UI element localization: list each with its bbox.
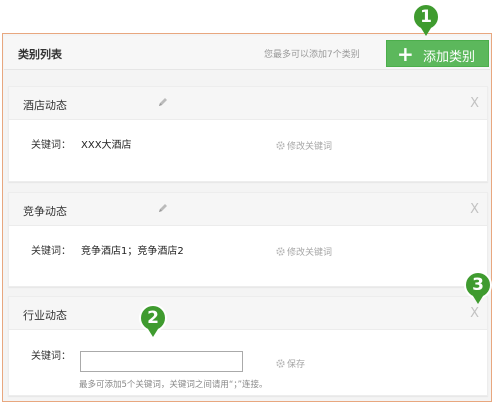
category-card-header: 行业动态 X [9,297,487,330]
keyword-value: XXX大酒店 [81,140,132,151]
page-title: 类别列表 [18,48,62,61]
plus-icon: + [397,42,414,66]
callout-number: 1 [420,7,432,27]
category-limit-note: 您最多可以添加7个类别 [264,50,360,60]
save-keywords-link[interactable]: 保存 [276,357,305,370]
delete-category-button[interactable]: X [470,96,479,111]
category-card-industry: 行业动态 X 关键词： 保存 最多可添加5个关键词，关键词之间请用“；”连接。 [8,296,488,396]
add-category-button[interactable]: + 添加类别 [386,40,489,67]
keyword-label: 关键词： [31,140,71,151]
edit-keywords-link[interactable]: 修改关键词 [276,139,332,152]
keyword-label: 关键词： [31,246,71,257]
gear-icon [276,247,285,256]
delete-category-button[interactable]: X [470,202,479,217]
delete-category-button[interactable]: X [470,306,479,321]
keyword-label: 关键词： [31,351,71,362]
callout-number: 2 [147,308,159,328]
keyword-input[interactable] [80,351,243,372]
keyword-hint: 最多可添加5个关键词，关键词之间请用“；”连接。 [79,380,268,390]
add-category-label: 添加类别 [423,50,476,65]
category-name: 行业动态 [23,309,67,322]
category-card-hotel: 酒店动态 X 关键词： XXX大酒店 修改关键词 [8,86,488,182]
category-card-header: 竞争动态 X [9,193,487,226]
keyword-value: 竞争酒店1；竞争酒店2 [81,246,184,257]
gear-icon [276,359,285,368]
edit-keywords-label: 修改关键词 [287,248,333,258]
pencil-icon[interactable] [157,202,169,214]
callout-marker-1: 1 [412,3,440,37]
edit-keywords-label: 修改关键词 [287,142,333,152]
category-name: 竞争动态 [23,205,67,218]
category-card-competitor: 竞争动态 X 关键词： 竞争酒店1；竞争酒店2 修改关键词 [8,192,488,287]
callout-marker-3: 3 [464,271,492,305]
callout-number: 3 [472,275,484,295]
gear-icon [276,141,285,150]
save-label: 保存 [287,360,306,370]
pencil-icon[interactable] [157,96,169,108]
callout-marker-2: 2 [139,304,167,338]
category-name: 酒店动态 [23,99,67,112]
category-card-header: 酒店动态 X [9,87,487,120]
edit-keywords-link[interactable]: 修改关键词 [276,245,332,258]
